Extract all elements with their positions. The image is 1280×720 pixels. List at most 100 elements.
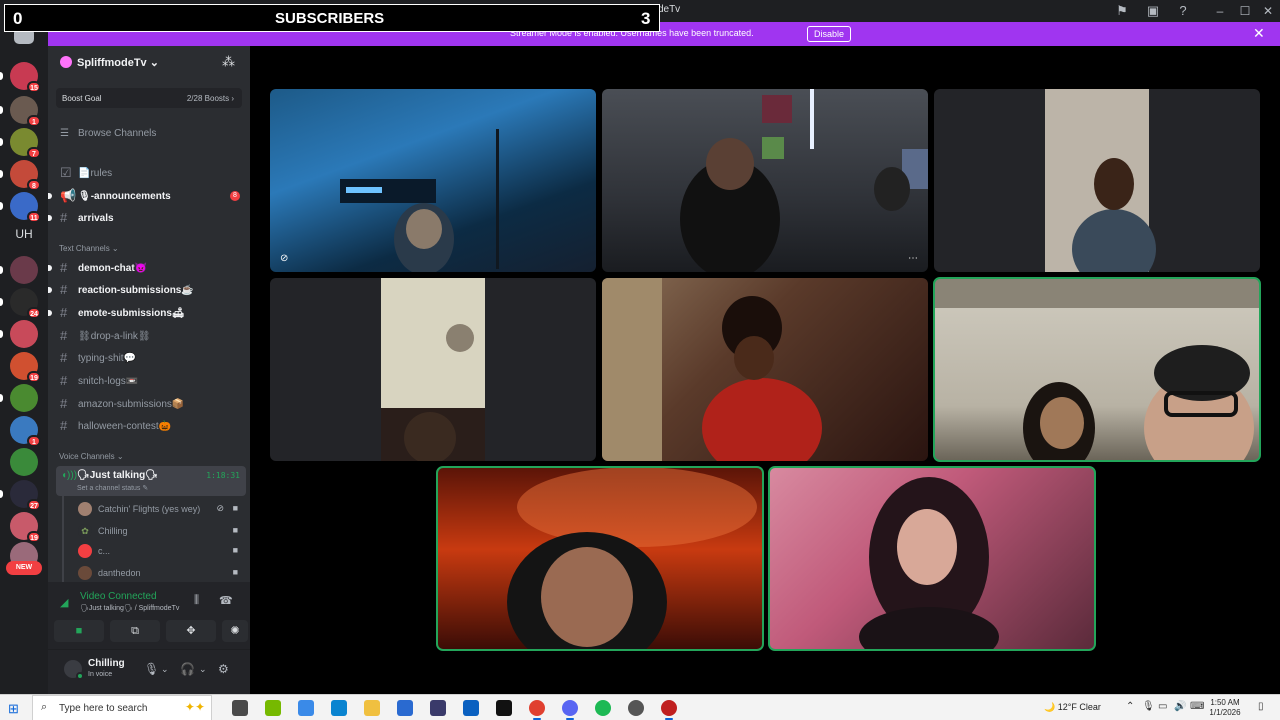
windows-start-icon[interactable]: ⊞: [8, 701, 19, 717]
network-icon[interactable]: ▭: [1158, 701, 1167, 712]
video-tile[interactable]: [270, 278, 596, 461]
soundboard-button[interactable]: ✺: [222, 620, 248, 642]
server-icon[interactable]: 11: [0, 192, 41, 223]
connection-signal-icon[interactable]: ◢: [60, 596, 68, 609]
video-tile[interactable]: [436, 466, 764, 651]
voice-user[interactable]: ✿ Chilling ■: [76, 522, 244, 540]
server-badge: 8: [27, 179, 41, 191]
more-options-icon[interactable]: ⋯: [908, 253, 918, 264]
settings-gear-icon[interactable]: ⚙: [218, 662, 229, 676]
channel-snitch-logs[interactable]: # snitch-logs📼: [56, 371, 246, 391]
copilot-app-icon[interactable]: [298, 700, 314, 716]
server-icon[interactable]: 27: [0, 480, 41, 511]
server-icon[interactable]: 7: [0, 128, 41, 159]
voice-user[interactable]: danthedon ■: [76, 564, 244, 582]
channel-status-prompt[interactable]: Set a channel status ✎: [77, 484, 148, 492]
server-icon[interactable]: 24: [0, 288, 41, 319]
keyboard-icon[interactable]: ⌨: [1190, 701, 1204, 712]
chrome-app-icon[interactable]: [529, 700, 545, 720]
boost-goal-bar[interactable]: Boost Goal 2/28 Boosts ›: [56, 88, 242, 108]
text-channels-category[interactable]: Text Channels ⌄: [59, 244, 119, 253]
server-icon[interactable]: 15: [0, 62, 41, 93]
chevron-down-icon[interactable]: ⌄: [161, 664, 169, 675]
app-icon[interactable]: [430, 700, 446, 716]
channel-arrivals[interactable]: # arrivals: [48, 208, 246, 228]
activities-button[interactable]: ✥: [166, 620, 216, 642]
hash-icon: #: [60, 396, 68, 411]
taskbar-search-box[interactable]: ⌕ Type here to search ✦✦: [32, 695, 212, 720]
channel-announcements[interactable]: 📢 🎙-announcements 8: [48, 186, 246, 206]
server-icon[interactable]: 1: [0, 96, 41, 127]
voice-user-name: c...: [98, 546, 111, 556]
minimize-button[interactable]: –: [1208, 2, 1232, 20]
screen-share-button[interactable]: ⧉: [110, 620, 160, 642]
voice-user[interactable]: Catchin' Flights (yes wey) ⊘ ■: [76, 500, 244, 518]
server-icon[interactable]: [10, 448, 38, 476]
headphones-icon[interactable]: 🎧: [180, 662, 195, 676]
maximize-button[interactable]: ☐: [1233, 2, 1257, 20]
channel-emote-submissions[interactable]: # emote-submissions🛋: [48, 303, 246, 323]
server-text-icon[interactable]: UH: [10, 220, 38, 248]
settings-app-icon[interactable]: [628, 700, 644, 716]
chevron-up-icon[interactable]: ⌃: [1126, 701, 1134, 712]
disconnect-icon[interactable]: ☎: [219, 594, 233, 607]
new-unreads-pill[interactable]: NEW: [6, 561, 42, 575]
discord-app-icon[interactable]: [562, 700, 578, 720]
nvidia-app-icon[interactable]: [265, 700, 281, 716]
edge-app-icon[interactable]: [331, 700, 347, 716]
microphone-icon[interactable]: 🎙: [144, 662, 159, 676]
tiktok-app-icon[interactable]: [496, 700, 512, 716]
channel-typing[interactable]: # typing-shit💬: [56, 348, 246, 368]
store-app-icon[interactable]: [397, 700, 413, 716]
video-tile[interactable]: [934, 89, 1260, 272]
voice-user[interactable]: c... ■: [76, 542, 244, 560]
channel-reaction-submissions[interactable]: # reaction-submissions☕: [48, 280, 246, 300]
browse-channels-item[interactable]: ☰ Browse Channels: [60, 128, 156, 139]
inbox-flag-icon[interactable]: ⚑: [1114, 3, 1130, 19]
volume-icon[interactable]: 🔊: [1174, 701, 1186, 712]
disable-streamer-mode-button[interactable]: Disable: [807, 26, 852, 42]
channel-halloween-contest[interactable]: # halloween-contest🎃: [56, 416, 246, 436]
video-tile[interactable]: ⋯: [602, 89, 928, 272]
video-tile[interactable]: [933, 277, 1261, 462]
noise-suppression-icon[interactable]: ⫼: [194, 594, 199, 607]
voice-channel-just-talking[interactable]: ◖))) 🗣Just talking🗣 1:18:31 Set a channe…: [56, 466, 246, 496]
file-explorer-icon[interactable]: [364, 700, 380, 716]
invite-people-icon[interactable]: ⁂: [222, 54, 235, 70]
server-icon[interactable]: [0, 320, 38, 348]
close-window-button[interactable]: ✕: [1256, 2, 1280, 20]
video-tile[interactable]: [602, 278, 928, 461]
channel-amazon-submissions[interactable]: # amazon-submissions📦: [56, 394, 246, 414]
obs-app-icon[interactable]: [661, 700, 677, 720]
server-icon[interactable]: 19: [10, 352, 41, 383]
server-icon[interactable]: 19: [10, 512, 41, 543]
voice-connected-subtitle[interactable]: 🗣Just talking🗣 / SpliffmodeTv: [80, 604, 179, 612]
chevron-down-icon[interactable]: ⌄: [199, 664, 207, 675]
video-tile[interactable]: [768, 466, 1096, 651]
outlook-app-icon[interactable]: [463, 700, 479, 716]
server-icon[interactable]: [0, 384, 38, 412]
server-icon[interactable]: [0, 256, 38, 284]
camera-toggle-button[interactable]: ■: [54, 620, 104, 642]
system-clock[interactable]: 1:50 AM 1/1/2026: [1208, 698, 1242, 718]
server-icon[interactable]: 1: [10, 416, 41, 447]
avatar: [78, 502, 92, 516]
channel-rules[interactable]: ☑ 📄rules: [56, 163, 246, 183]
video-tile[interactable]: ⊘: [270, 89, 596, 272]
channel-drop-a-link[interactable]: # ⛓drop-a-link⛓: [56, 326, 246, 346]
spotify-app-icon[interactable]: [595, 700, 611, 716]
microphone-tray-icon[interactable]: 🎙: [1142, 701, 1155, 712]
close-banner-icon[interactable]: ✕: [1253, 25, 1265, 42]
screen-icon[interactable]: ▣: [1145, 3, 1161, 19]
task-view-icon[interactable]: [232, 700, 248, 716]
server-badge: 24: [27, 307, 41, 319]
weather-widget[interactable]: 🌙 12°F Clear: [1044, 702, 1101, 713]
channel-demon-chat[interactable]: # demon-chat👿: [48, 258, 246, 278]
mention-badge: 8: [230, 191, 240, 201]
notifications-icon[interactable]: ▯: [1258, 701, 1264, 712]
muted-icon: ⊘: [216, 503, 224, 513]
help-icon[interactable]: ?: [1175, 3, 1191, 19]
server-icon[interactable]: 8: [0, 160, 41, 191]
server-header[interactable]: SpliffmodeTv ⌄ ⁂: [48, 46, 250, 78]
voice-channels-category[interactable]: Voice Channels ⌄: [59, 452, 124, 461]
